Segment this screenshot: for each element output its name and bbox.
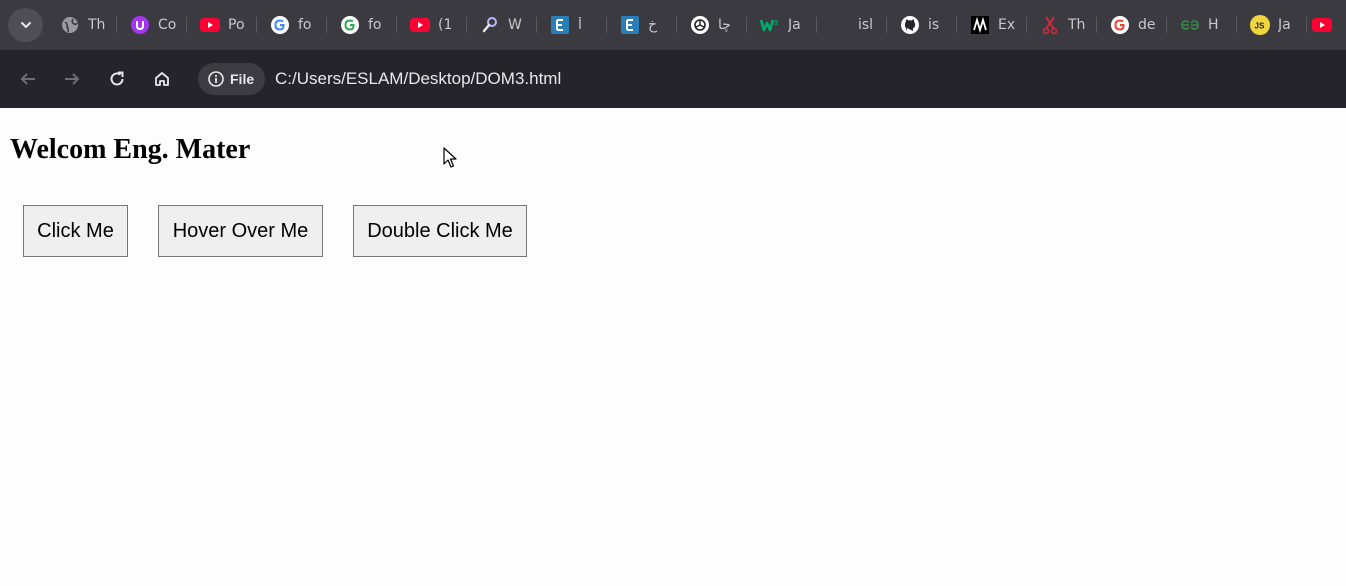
tab-separator <box>1236 17 1237 33</box>
tab-separator <box>326 17 327 33</box>
js-icon: JS <box>1250 15 1270 35</box>
arrow-left-icon <box>20 73 35 85</box>
page-content: Welcom Eng. Mater Click Me Hover Over Me… <box>0 108 1346 586</box>
google-icon <box>340 15 360 35</box>
browser-tab[interactable]: Po <box>190 9 250 41</box>
e-letter-icon <box>620 15 640 35</box>
hover-over-me-button[interactable]: Hover Over Me <box>158 205 323 257</box>
browser-tab[interactable]: Co <box>120 9 180 41</box>
tab-separator <box>116 17 117 33</box>
svg-text:JS: JS <box>1255 22 1265 31</box>
w3schools-icon: 3 <box>760 15 780 35</box>
tab-separator <box>746 17 747 33</box>
browser-tab[interactable]: fo <box>330 9 390 41</box>
url-text[interactable]: C:/Users/ESLAM/Desktop/DOM3.html <box>275 69 561 89</box>
tab-title: أ <box>578 17 582 33</box>
e-letter-icon <box>550 15 570 35</box>
browser-toolbar: File C:/Users/ESLAM/Desktop/DOM3.html <box>0 50 1346 108</box>
tab-separator <box>536 17 537 33</box>
double-click-me-button[interactable]: Double Click Me <box>353 205 527 257</box>
browser-tab[interactable]: أ <box>540 9 600 41</box>
tab-title: fo <box>298 17 312 33</box>
tab-separator <box>1026 17 1027 33</box>
tab-title: W <box>508 17 522 33</box>
mouse-cursor-icon <box>443 147 457 168</box>
site-chip-label: File <box>230 71 255 87</box>
browser-tab[interactable]: Ex <box>960 9 1020 41</box>
browser-tab[interactable]: چا <box>680 9 740 41</box>
google-icon <box>1110 15 1130 35</box>
tool-icon <box>480 15 500 35</box>
tab-strip: Th Co Po fo fo (1 W أ خ چا 3 Ja isl is E… <box>0 0 1346 50</box>
home-icon <box>155 72 169 86</box>
tab-title: Th <box>1068 17 1086 33</box>
youtube-icon <box>200 15 220 35</box>
tab-title: خ <box>648 17 658 33</box>
tab-title: چا <box>718 17 731 33</box>
reload-button[interactable] <box>101 63 133 95</box>
browser-tab[interactable]: de <box>1100 9 1160 41</box>
tab-separator <box>466 17 467 33</box>
geeksforgeeks-icon <box>1180 15 1200 35</box>
reload-icon <box>110 71 124 86</box>
globe-icon <box>60 15 80 35</box>
site-info-chip[interactable]: File <box>198 63 265 95</box>
tab-separator <box>256 17 257 33</box>
tab-title: (1 <box>438 17 453 33</box>
tab-separator <box>186 17 187 33</box>
tab-title: Th <box>88 17 106 33</box>
browser-tab[interactable]: isl <box>820 9 880 41</box>
tab-title: Ex <box>998 17 1016 33</box>
tab-separator <box>676 17 677 33</box>
udemy-icon <box>130 15 150 35</box>
browser-tab[interactable]: Th <box>50 9 110 41</box>
tab-title: Po <box>228 17 245 33</box>
browser-tab[interactable] <box>1302 9 1346 41</box>
browser-tab[interactable]: is <box>890 9 950 41</box>
tab-title: is <box>928 17 940 33</box>
tab-separator <box>886 17 887 33</box>
openai-icon <box>690 15 710 35</box>
svg-text:3: 3 <box>774 20 778 27</box>
browser-tab[interactable]: W <box>470 9 530 41</box>
arrow-right-icon <box>65 73 80 85</box>
browser-tab[interactable]: Th <box>1030 9 1090 41</box>
tab-separator <box>956 17 957 33</box>
google-icon <box>270 15 290 35</box>
browser-tab[interactable]: (1 <box>400 9 460 41</box>
browser-tab[interactable]: خ <box>610 9 670 41</box>
click-me-button[interactable]: Click Me <box>23 205 128 257</box>
page-heading: Welcom Eng. Mater <box>10 134 251 165</box>
blank-icon <box>830 15 850 35</box>
tab-title: isl <box>858 17 874 33</box>
info-icon <box>208 71 224 87</box>
tab-separator <box>1096 17 1097 33</box>
browser-tab[interactable]: 3 Ja <box>750 9 810 41</box>
address-bar[interactable]: File C:/Users/ESLAM/Desktop/DOM3.html <box>196 61 1346 97</box>
tab-title: Ja <box>1278 17 1291 33</box>
tab-title: fo <box>368 17 382 33</box>
tab-separator <box>816 17 817 33</box>
tab-separator <box>606 17 607 33</box>
m-logo-icon <box>970 15 990 35</box>
tab-title: Ja <box>788 17 801 33</box>
chevron-down-icon <box>20 22 31 29</box>
tab-separator <box>1166 17 1167 33</box>
github-icon <box>900 15 920 35</box>
tab-title: de <box>1138 17 1156 33</box>
scissors-icon <box>1040 15 1060 35</box>
tab-title: Co <box>158 17 177 33</box>
tab-search-button[interactable] <box>8 8 43 42</box>
back-button[interactable] <box>12 63 44 95</box>
browser-tab[interactable]: H <box>1170 9 1230 41</box>
tab-title: H <box>1208 17 1219 33</box>
youtube-icon <box>410 15 430 35</box>
browser-tab[interactable]: JS Ja <box>1240 9 1300 41</box>
youtube-icon <box>1312 15 1332 35</box>
forward-button[interactable] <box>56 63 88 95</box>
tab-separator <box>396 17 397 33</box>
browser-tab[interactable]: fo <box>260 9 320 41</box>
home-button[interactable] <box>146 63 178 95</box>
